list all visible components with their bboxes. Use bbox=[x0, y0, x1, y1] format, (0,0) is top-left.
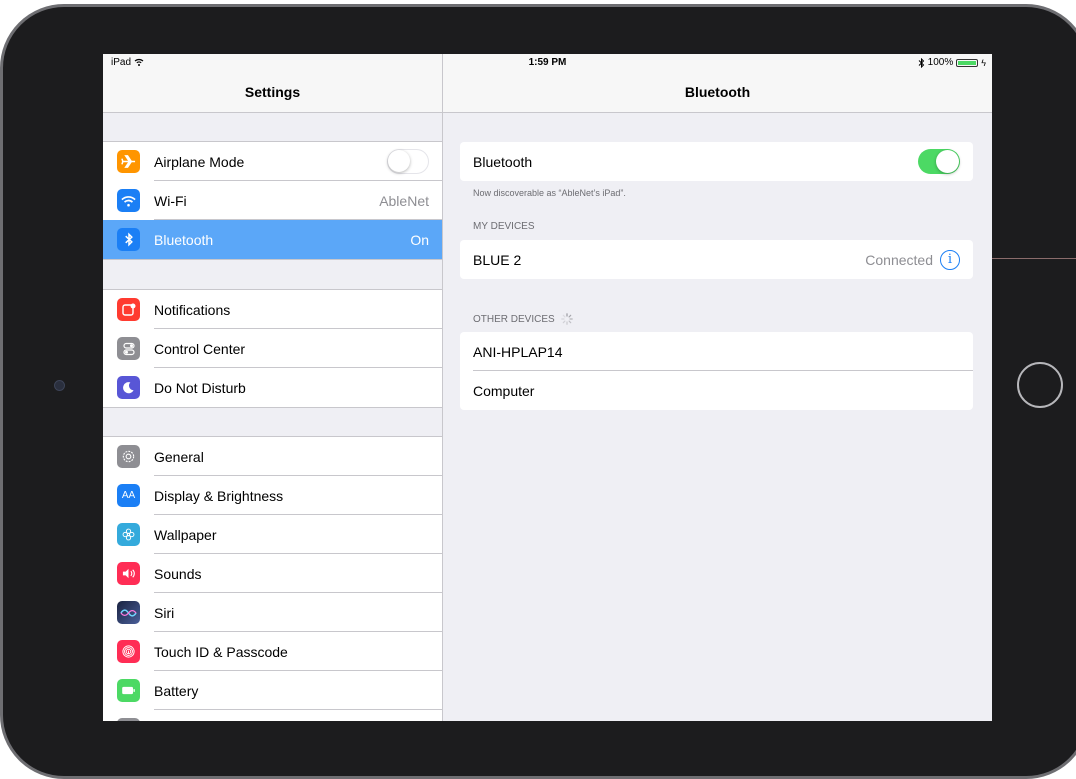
moon-icon bbox=[117, 376, 140, 399]
settings-row-touch-id[interactable]: Touch ID & Passcode bbox=[103, 632, 442, 671]
airplane-icon bbox=[117, 150, 140, 173]
device-row-blue-2[interactable]: BLUE 2 Connected i bbox=[460, 240, 973, 279]
status-right: 100% ϟ bbox=[918, 57, 986, 68]
charging-icon: ϟ bbox=[981, 57, 986, 68]
control-center-icon bbox=[117, 337, 140, 360]
info-icon[interactable]: i bbox=[940, 249, 960, 270]
settings-group-general: General AA Display & Brightness Wallpape… bbox=[103, 436, 442, 721]
settings-row-notifications[interactable]: Notifications bbox=[103, 290, 442, 329]
discoverable-note: Now discoverable as “AbleNet’s iPad”. bbox=[473, 188, 626, 198]
other-devices-card: ANI-HPLAP14 Computer bbox=[460, 332, 973, 410]
settings-row-control-center[interactable]: Control Center bbox=[103, 329, 442, 368]
settings-group-notifications: Notifications Control Center Do Not Dist… bbox=[103, 289, 442, 408]
settings-row-label: Display & Brightness bbox=[154, 487, 284, 504]
home-button[interactable] bbox=[1017, 362, 1063, 408]
gear-icon bbox=[117, 445, 140, 468]
front-camera bbox=[54, 380, 65, 391]
sounds-icon bbox=[117, 562, 140, 585]
bluetooth-icon bbox=[117, 228, 140, 251]
bluetooth-toggle-row[interactable]: Bluetooth bbox=[460, 142, 973, 181]
settings-row-label: Do Not Disturb bbox=[154, 379, 246, 396]
my-devices-card: BLUE 2 Connected i bbox=[460, 240, 973, 279]
device-name: ANI-HPLAP14 bbox=[473, 343, 563, 360]
device-row-ani-hplap14[interactable]: ANI-HPLAP14 bbox=[460, 332, 973, 371]
settings-row-label: Sounds bbox=[154, 565, 202, 582]
bluetooth-pane: Bluetooth Bluetooth Now discoverable as … bbox=[443, 54, 992, 721]
settings-row-battery[interactable]: Battery bbox=[103, 671, 442, 710]
privacy-icon bbox=[117, 718, 140, 721]
settings-row-sounds[interactable]: Sounds bbox=[103, 554, 442, 593]
device-name: BLUE 2 bbox=[473, 251, 522, 268]
siri-icon bbox=[117, 601, 140, 624]
settings-row-airplane-mode[interactable]: Airplane Mode bbox=[103, 142, 442, 181]
settings-row-siri[interactable]: Siri bbox=[103, 593, 442, 632]
fingerprint-icon bbox=[117, 640, 140, 663]
settings-row-do-not-disturb[interactable]: Do Not Disturb bbox=[103, 368, 442, 407]
settings-row-label: Control Center bbox=[154, 340, 246, 357]
settings-row-label: Battery bbox=[154, 682, 199, 699]
status-bar: iPad 1:59 PM 100% ϟ bbox=[103, 54, 992, 70]
bluetooth-state-value: On bbox=[410, 231, 429, 248]
settings-row-wallpaper[interactable]: Wallpaper bbox=[103, 515, 442, 554]
settings-row-label: Touch ID & Passcode bbox=[154, 643, 288, 660]
settings-row-general[interactable]: General bbox=[103, 437, 442, 476]
settings-row-label: Notifications bbox=[154, 301, 231, 318]
other-devices-header-text: OTHER DEVICES bbox=[473, 313, 555, 325]
settings-row-display-brightness[interactable]: AA Display & Brightness bbox=[103, 476, 442, 515]
device-status: Connected bbox=[865, 251, 933, 268]
device-row-computer[interactable]: Computer bbox=[460, 371, 973, 410]
display-icon: AA bbox=[117, 484, 140, 507]
screen: iPad 1:59 PM 100% ϟ Settings Airplane Mo… bbox=[103, 54, 992, 721]
settings-row-label: Siri bbox=[154, 604, 175, 621]
bluetooth-status-icon bbox=[918, 57, 924, 68]
wallpaper-icon bbox=[117, 523, 140, 546]
bluetooth-toggle-card: Bluetooth bbox=[460, 142, 973, 181]
battery-percent: 100% bbox=[927, 57, 954, 68]
settings-row-label: Bluetooth bbox=[154, 231, 214, 248]
battery-icon bbox=[956, 58, 979, 67]
settings-pane: Settings Airplane Mode Wi-Fi AbleNet Blu… bbox=[103, 54, 443, 721]
settings-row-label: Airplane Mode bbox=[154, 153, 245, 170]
my-devices-header: MY DEVICES bbox=[473, 221, 535, 232]
my-devices-header-text: MY DEVICES bbox=[473, 221, 535, 232]
bluetooth-title: Bluetooth bbox=[684, 84, 751, 100]
status-time: 1:59 PM bbox=[528, 57, 567, 68]
other-devices-header: OTHER DEVICES bbox=[473, 313, 573, 325]
bluetooth-toggle[interactable] bbox=[918, 149, 960, 174]
settings-row-partial[interactable] bbox=[103, 710, 442, 721]
settings-row-wifi[interactable]: Wi-Fi AbleNet bbox=[103, 181, 442, 220]
settings-row-label: Wi-Fi bbox=[154, 192, 187, 209]
settings-title: Settings bbox=[244, 84, 301, 100]
device-name: Computer bbox=[473, 382, 535, 399]
battery-icon bbox=[117, 679, 140, 702]
spinner-icon bbox=[560, 313, 573, 325]
bluetooth-toggle-label: Bluetooth bbox=[473, 153, 533, 170]
wifi-icon bbox=[117, 189, 140, 212]
settings-row-label: Wallpaper bbox=[154, 526, 217, 543]
notifications-icon bbox=[117, 298, 140, 321]
settings-row-label: General bbox=[154, 448, 204, 465]
settings-row-bluetooth[interactable]: Bluetooth On bbox=[103, 220, 442, 259]
wifi-network-value: AbleNet bbox=[379, 192, 429, 209]
settings-group-connectivity: Airplane Mode Wi-Fi AbleNet Bluetooth On bbox=[103, 141, 442, 260]
airplane-mode-toggle[interactable] bbox=[387, 149, 429, 174]
